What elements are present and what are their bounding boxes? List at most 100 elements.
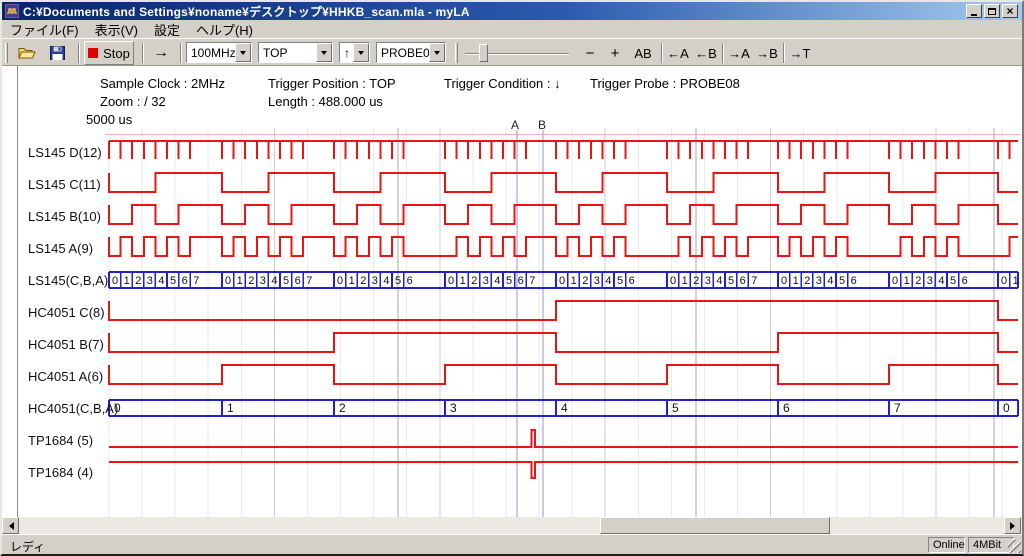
window-title: C:¥Documents and Settings¥noname¥デスクトップ¥… (23, 3, 470, 20)
title-bar[interactable]: C:¥Documents and Settings¥noname¥デスクトップ¥… (2, 2, 1022, 20)
minimize-icon (971, 14, 977, 16)
channel-label-8: HC4051(C,B,A) (28, 401, 118, 416)
menu-bar: ファイル(F)表示(V)設定ヘルプ(H) (2, 20, 1022, 38)
trigger-edge-dropdown-button[interactable] (353, 43, 369, 62)
svg-text:3: 3 (594, 275, 600, 287)
floppy-disk-icon (50, 46, 65, 60)
waveform-plot[interactable]: 0123456701234567012345601234567012345601… (2, 66, 1022, 517)
sample-clock-combo[interactable]: 100MHz (186, 42, 252, 63)
svg-text:2: 2 (135, 275, 141, 287)
svg-text:6: 6 (407, 275, 413, 287)
channel-label-2: LS145 B(10) (28, 209, 101, 224)
menu-item-0[interactable]: ファイル(F) (2, 19, 87, 40)
svg-text:0: 0 (781, 275, 787, 287)
svg-text:5: 5 (950, 275, 956, 287)
chevron-down-icon (434, 51, 440, 58)
trigger-position-combo[interactable]: TOP (258, 42, 333, 63)
open-file-button[interactable] (14, 41, 40, 65)
svg-text:4: 4 (827, 275, 833, 287)
svg-text:1: 1 (460, 275, 466, 287)
svg-text:4: 4 (561, 401, 568, 415)
channel-label-6: HC4051 B(7) (28, 337, 104, 352)
sample-clock-dropdown-button[interactable] (235, 43, 251, 62)
svg-text:0: 0 (559, 275, 565, 287)
menu-item-3[interactable]: ヘルプ(H) (188, 19, 261, 40)
menu-item-2[interactable]: 設定 (146, 19, 188, 40)
close-button[interactable]: × (1002, 4, 1018, 18)
svg-text:4: 4 (383, 275, 389, 287)
trigger-probe-combo[interactable]: PROBE00 (376, 42, 446, 63)
scroll-right-button[interactable] (1004, 517, 1021, 534)
zoom-out-button[interactable]: − (578, 41, 602, 65)
arrow-left-icon (5, 522, 14, 530)
svg-text:6: 6 (851, 275, 857, 287)
zoom-in-button[interactable]: + (603, 41, 627, 65)
toolbar-gripper[interactable] (455, 43, 458, 63)
app-icon (5, 4, 19, 18)
app-window: C:¥Documents and Settings¥noname¥デスクトップ¥… (0, 0, 1024, 556)
trigger-edge-combo[interactable]: ↑ (339, 42, 370, 63)
goto-cursor-b-button[interactable]: ←B (693, 41, 719, 65)
svg-text:4: 4 (158, 275, 164, 287)
stop-button[interactable]: Stop (84, 41, 134, 65)
minimize-button[interactable] (966, 4, 982, 18)
maximize-button[interactable] (984, 4, 1000, 18)
toolbar-gripper[interactable] (5, 43, 8, 63)
stop-label: Stop (103, 46, 130, 61)
svg-text:1: 1 (904, 275, 910, 287)
svg-text:0: 0 (670, 275, 676, 287)
svg-text:7: 7 (894, 401, 901, 415)
run-button[interactable]: → (148, 41, 174, 65)
channel-label-5: HC4051 C(8) (28, 305, 105, 320)
svg-text:3: 3 (147, 275, 153, 287)
svg-text:0: 0 (1003, 401, 1010, 415)
chevron-down-icon (358, 51, 364, 58)
svg-text:3: 3 (927, 275, 933, 287)
set-cursor-b-button[interactable]: →B (754, 41, 780, 65)
zoom-ab-button[interactable]: AB (629, 41, 657, 65)
status-online-badge: Online (928, 537, 965, 553)
menu-item-1[interactable]: 表示(V) (87, 19, 146, 40)
svg-text:0: 0 (112, 275, 118, 287)
svg-text:3: 3 (483, 275, 489, 287)
save-button[interactable] (44, 41, 70, 65)
svg-text:5: 5 (395, 275, 401, 287)
toolbar-separator (783, 43, 785, 63)
horizontal-scrollbar[interactable] (2, 517, 1022, 534)
scrollbar-thumb[interactable] (600, 517, 830, 534)
svg-text:2: 2 (471, 275, 477, 287)
channel-label-0: LS145 D(12) (28, 145, 102, 160)
svg-text:6: 6 (295, 275, 301, 287)
trigger-edge-value: ↑ (340, 43, 353, 62)
svg-text:1: 1 (227, 401, 234, 415)
zoom-slider[interactable] (465, 41, 569, 65)
svg-text:6: 6 (182, 275, 188, 287)
trigger-position-dropdown-button[interactable] (316, 43, 332, 62)
waveform-client-area: Sample Clock : 2MHz Trigger Position : T… (2, 66, 1022, 517)
svg-text:2: 2 (582, 275, 588, 287)
svg-text:6: 6 (740, 275, 746, 287)
goto-trigger-button[interactable]: →T (787, 41, 813, 65)
svg-text:4: 4 (716, 275, 722, 287)
zoom-slider-thumb[interactable] (479, 44, 488, 62)
scroll-left-button[interactable] (2, 517, 19, 534)
svg-text:5: 5 (672, 401, 679, 415)
goto-cursor-a-button[interactable]: ←A (665, 41, 691, 65)
svg-text:3: 3 (705, 275, 711, 287)
svg-text:1: 1 (1013, 275, 1019, 287)
set-cursor-a-button[interactable]: →A (726, 41, 752, 65)
svg-text:0: 0 (1001, 275, 1007, 287)
channel-label-1: LS145 C(11) (28, 177, 101, 192)
trigger-probe-dropdown-button[interactable] (429, 43, 445, 62)
svg-text:1: 1 (682, 275, 688, 287)
chevron-down-icon (321, 51, 327, 58)
sample-clock-value: 100MHz (187, 43, 235, 62)
svg-text:0: 0 (448, 275, 454, 287)
svg-text:1: 1 (793, 275, 799, 287)
resize-grip[interactable] (1008, 540, 1021, 553)
svg-text:6: 6 (962, 275, 968, 287)
svg-text:2: 2 (360, 275, 366, 287)
toolbar: Stop → 100MHz TOP ↑ PROBE00 − + AB (2, 38, 1022, 66)
svg-text:7: 7 (529, 275, 535, 287)
svg-text:4: 4 (494, 275, 500, 287)
